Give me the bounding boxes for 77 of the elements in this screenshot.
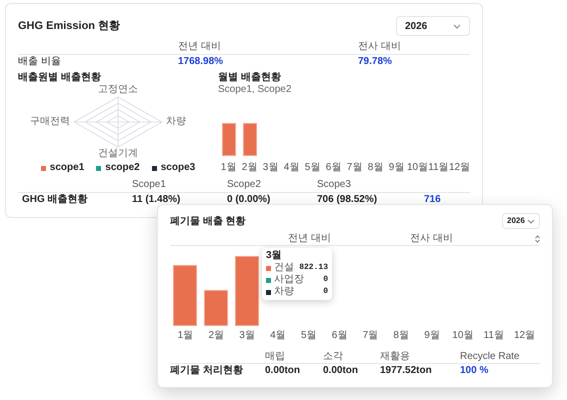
- section-title: 월별 배출현황: [218, 71, 282, 84]
- column-header: 재활용: [380, 350, 411, 363]
- axis-label: 차량: [166, 116, 187, 128]
- tooltip-label: 사업장: [274, 274, 305, 286]
- month-label: 11월: [428, 162, 449, 174]
- year-dropdown[interactable]: 2026: [502, 213, 540, 229]
- tooltip-label: 차량: [274, 286, 295, 298]
- chevron-down-icon: [527, 218, 535, 224]
- legend-label: scope3: [160, 162, 196, 174]
- tooltip-value: 822.13: [299, 262, 328, 274]
- month-label: 4월: [284, 162, 300, 174]
- month-label: 12월: [448, 162, 470, 174]
- table-cell-text: 11 (1.48%): [132, 193, 182, 207]
- table-cell-text: 0 (0.00%): [227, 193, 272, 207]
- month-label: 12월: [514, 330, 536, 342]
- month-label: 7월: [362, 330, 378, 342]
- month-label: 10월: [406, 162, 428, 174]
- column-header: 전년 대비: [178, 40, 222, 54]
- month-label: 10월: [452, 330, 474, 342]
- month-label: 3월: [239, 330, 255, 342]
- bar: [242, 123, 256, 156]
- month-label: 5월: [304, 162, 320, 174]
- month-label: 1월: [178, 330, 194, 342]
- month-label: 8월: [368, 162, 384, 174]
- column-header: Recycle Rate: [460, 350, 520, 363]
- bar: [235, 256, 260, 326]
- month-label: 2월: [208, 330, 224, 342]
- column-header: 전사 대비: [358, 40, 402, 54]
- table-cell-text: 0.00ton: [323, 364, 360, 378]
- month-label: 9월: [388, 162, 404, 174]
- month-label: 11월: [484, 330, 504, 342]
- month-label: 3월: [262, 162, 278, 174]
- month-label: 2월: [242, 162, 258, 174]
- card-title: 폐기물 배출 현황: [170, 214, 246, 228]
- table-cell-text: 0.00ton: [265, 364, 302, 378]
- row-label: GHG 배출현황: [22, 193, 89, 207]
- month-label: 5월: [300, 330, 316, 342]
- column-header: 전년 대비: [288, 232, 332, 245]
- chevron-down-icon: [453, 24, 461, 28]
- month-label: 9월: [424, 330, 440, 342]
- axis-label: 고정연소: [97, 84, 139, 96]
- bar: [173, 265, 198, 326]
- table-cell-text: 706 (98.52%): [317, 193, 378, 207]
- column-header: Scope2: [227, 178, 262, 192]
- column-header: 전사 대비: [410, 232, 454, 245]
- month-label: 4월: [270, 330, 286, 342]
- month-label: 6월: [326, 162, 342, 174]
- month-label: 7월: [346, 162, 362, 174]
- bar: [204, 290, 228, 326]
- column-header: Scope3: [317, 178, 352, 192]
- column-header: Scope1: [132, 178, 167, 192]
- axis-label: 구매전력: [29, 116, 70, 128]
- tooltip-label: 건설: [274, 262, 295, 274]
- sort-icon[interactable]: [535, 234, 540, 242]
- axis-label: 건설기계: [97, 148, 139, 160]
- comparison-value: 79.78%: [358, 55, 393, 69]
- column-header: 소각: [323, 350, 344, 363]
- comparison-value: 1768.98%: [178, 55, 224, 69]
- tooltip-title: 3월: [266, 250, 283, 262]
- year-dropdown[interactable]: 2026: [396, 16, 470, 36]
- month-label: 8월: [393, 330, 409, 342]
- chart-subtitle: Scope1, Scope2: [218, 84, 292, 96]
- legend-label: scope2: [105, 162, 140, 174]
- month-label: 6월: [332, 330, 348, 342]
- tooltip-value: 0: [323, 274, 328, 286]
- card-title: GHG Emission 현황: [18, 18, 120, 34]
- table-cell-text: 1977.52ton: [380, 364, 433, 378]
- row-label: 폐기물 처리현황: [170, 364, 244, 378]
- total-value: 716: [423, 193, 442, 207]
- legend-label: scope1: [50, 162, 84, 174]
- month-label: 1월: [220, 162, 236, 174]
- row-label: 배출 비율: [18, 55, 62, 69]
- bar: [222, 123, 236, 156]
- section-title: 배출원별 배출현황: [18, 71, 102, 84]
- tooltip-value: 0: [323, 286, 328, 298]
- column-header: 매립: [265, 350, 286, 363]
- table-cell-text: 100 %: [460, 364, 490, 378]
